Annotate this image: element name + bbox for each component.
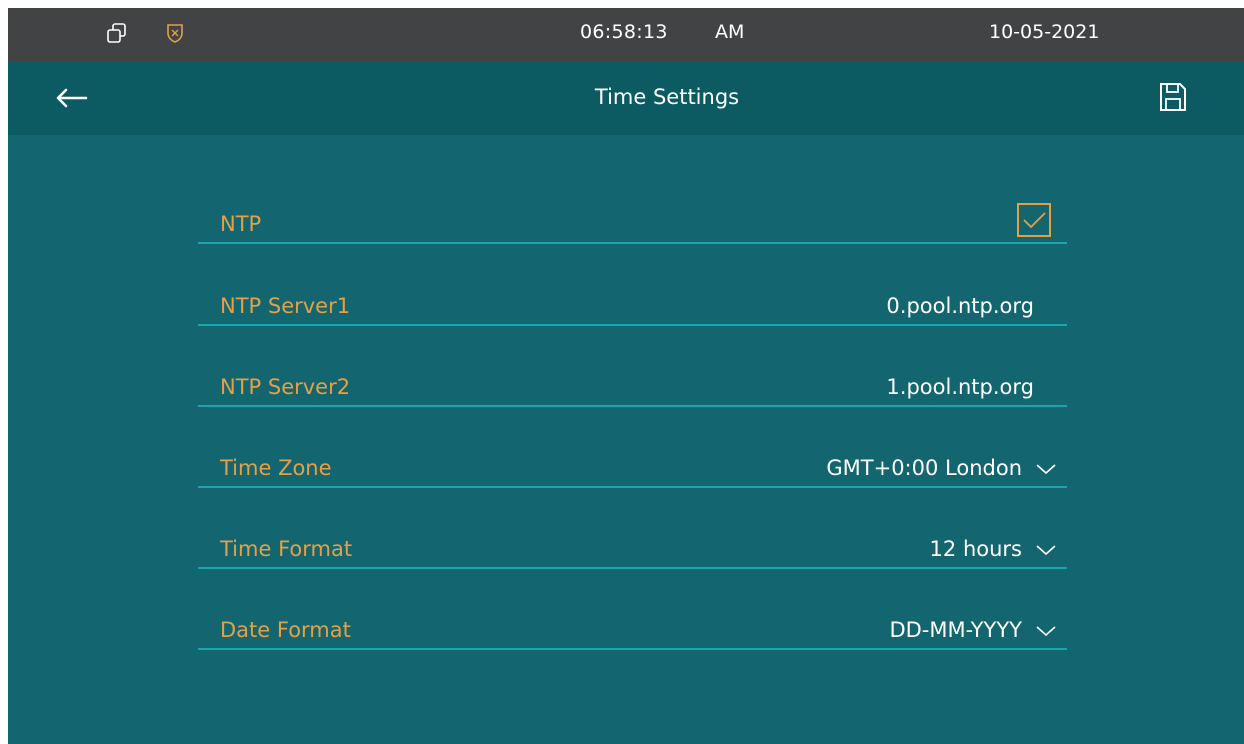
status-time: 06:58:13 <box>580 21 668 43</box>
device-screen: 06:58:13 AM 10-05-2021 Time Settings NTP <box>8 8 1244 744</box>
window-restore-icon <box>106 22 128 44</box>
status-bar: 06:58:13 AM 10-05-2021 <box>8 8 1244 61</box>
save-button[interactable] <box>1158 81 1188 113</box>
date-format-value[interactable]: DD-MM-YYYY <box>889 618 1022 642</box>
floppy-disk-icon <box>1160 83 1186 111</box>
setting-row-time-zone[interactable]: Time Zone GMT+0:00 London <box>198 446 1067 488</box>
ntp-server1-value[interactable]: 0.pool.ntp.org <box>886 294 1034 318</box>
page-title: Time Settings <box>594 85 740 109</box>
date-format-label: Date Format <box>220 618 351 642</box>
chevron-down-icon[interactable] <box>1035 624 1057 638</box>
checkmark-icon <box>1023 212 1046 229</box>
title-bar: Time Settings <box>8 61 1244 135</box>
ntp-server2-value[interactable]: 1.pool.ntp.org <box>886 375 1034 399</box>
chevron-down-icon[interactable] <box>1035 462 1057 476</box>
status-date: 10-05-2021 <box>989 21 1100 43</box>
setting-row-ntp-server2[interactable]: NTP Server2 1.pool.ntp.org <box>198 365 1067 407</box>
ntp-label: NTP <box>220 212 262 236</box>
setting-row-date-format[interactable]: Date Format DD-MM-YYYY <box>198 608 1067 650</box>
chevron-down-icon[interactable] <box>1035 543 1057 557</box>
ntp-server1-label: NTP Server1 <box>220 294 351 318</box>
shield-icon <box>164 22 186 44</box>
setting-row-ntp[interactable]: NTP <box>198 202 1067 244</box>
setting-row-ntp-server1[interactable]: NTP Server1 0.pool.ntp.org <box>198 284 1067 326</box>
status-ampm: AM <box>715 21 745 43</box>
time-zone-label: Time Zone <box>220 456 332 480</box>
time-zone-value[interactable]: GMT+0:00 London <box>826 456 1022 480</box>
time-format-value[interactable]: 12 hours <box>930 537 1022 561</box>
time-format-label: Time Format <box>220 537 353 561</box>
setting-row-time-format[interactable]: Time Format 12 hours <box>198 527 1067 569</box>
ntp-checkbox[interactable] <box>1017 203 1051 237</box>
ntp-server2-label: NTP Server2 <box>220 375 351 399</box>
